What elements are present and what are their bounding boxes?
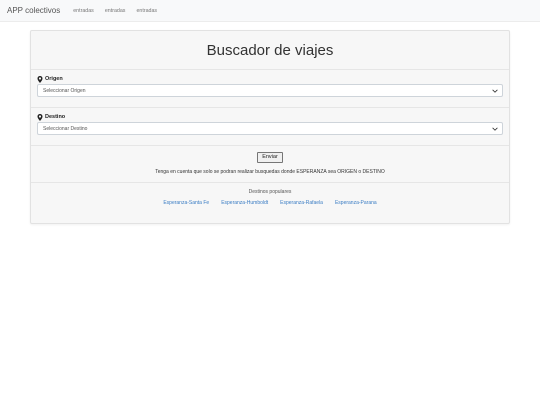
destination-field-group: Destino Seleccionar Destino (31, 108, 509, 146)
search-notice: Tenga en cuenta que solo se podran reali… (155, 168, 385, 175)
popular-destinations: Destinos populares Esperanza-Santa Fe Es… (31, 183, 509, 206)
navbar-brand[interactable]: APP colectivos (7, 6, 60, 15)
nav-link-entradas-1[interactable]: entradas (73, 8, 94, 14)
search-card: Buscador de viajes Origen Seleccionar Or… (30, 30, 510, 224)
nav-link-entradas-2[interactable]: entradas (105, 8, 126, 14)
page-title: Buscador de viajes (31, 31, 509, 70)
chevron-down-icon (492, 89, 498, 93)
navbar: APP colectivos entradas entradas entrada… (0, 0, 540, 22)
chevron-down-icon (492, 127, 498, 131)
popular-link-humboldt[interactable]: Esperanza-Humboldt (221, 200, 268, 206)
destination-label: Destino (37, 112, 503, 122)
destination-label-text: Destino (45, 114, 66, 120)
origin-label: Origen (37, 74, 503, 84)
origin-select[interactable]: Seleccionar Origen (37, 84, 503, 97)
origin-label-text: Origen (45, 76, 63, 82)
origin-select-value: Seleccionar Origen (43, 87, 86, 94)
popular-link-rafaela[interactable]: Esperanza-Rafaela (280, 200, 323, 206)
popular-links: Esperanza-Santa Fe Esperanza-Humboldt Es… (31, 200, 509, 206)
popular-link-parana[interactable]: Esperanza-Parana (335, 200, 377, 206)
map-marker-icon (37, 75, 43, 83)
destination-select-value: Seleccionar Destino (43, 125, 88, 132)
nav-link-entradas-3[interactable]: entradas (136, 8, 157, 14)
origin-field-group: Origen Seleccionar Origen (31, 70, 509, 108)
destination-select[interactable]: Seleccionar Destino (37, 122, 503, 135)
send-button[interactable]: Enviar (257, 151, 283, 163)
map-marker-icon (37, 113, 43, 121)
submit-section: Enviar Tenga en cuenta que solo se podra… (31, 146, 509, 183)
popular-destinations-title: Destinos populares (248, 189, 292, 195)
popular-link-santa-fe[interactable]: Esperanza-Santa Fe (163, 200, 209, 206)
